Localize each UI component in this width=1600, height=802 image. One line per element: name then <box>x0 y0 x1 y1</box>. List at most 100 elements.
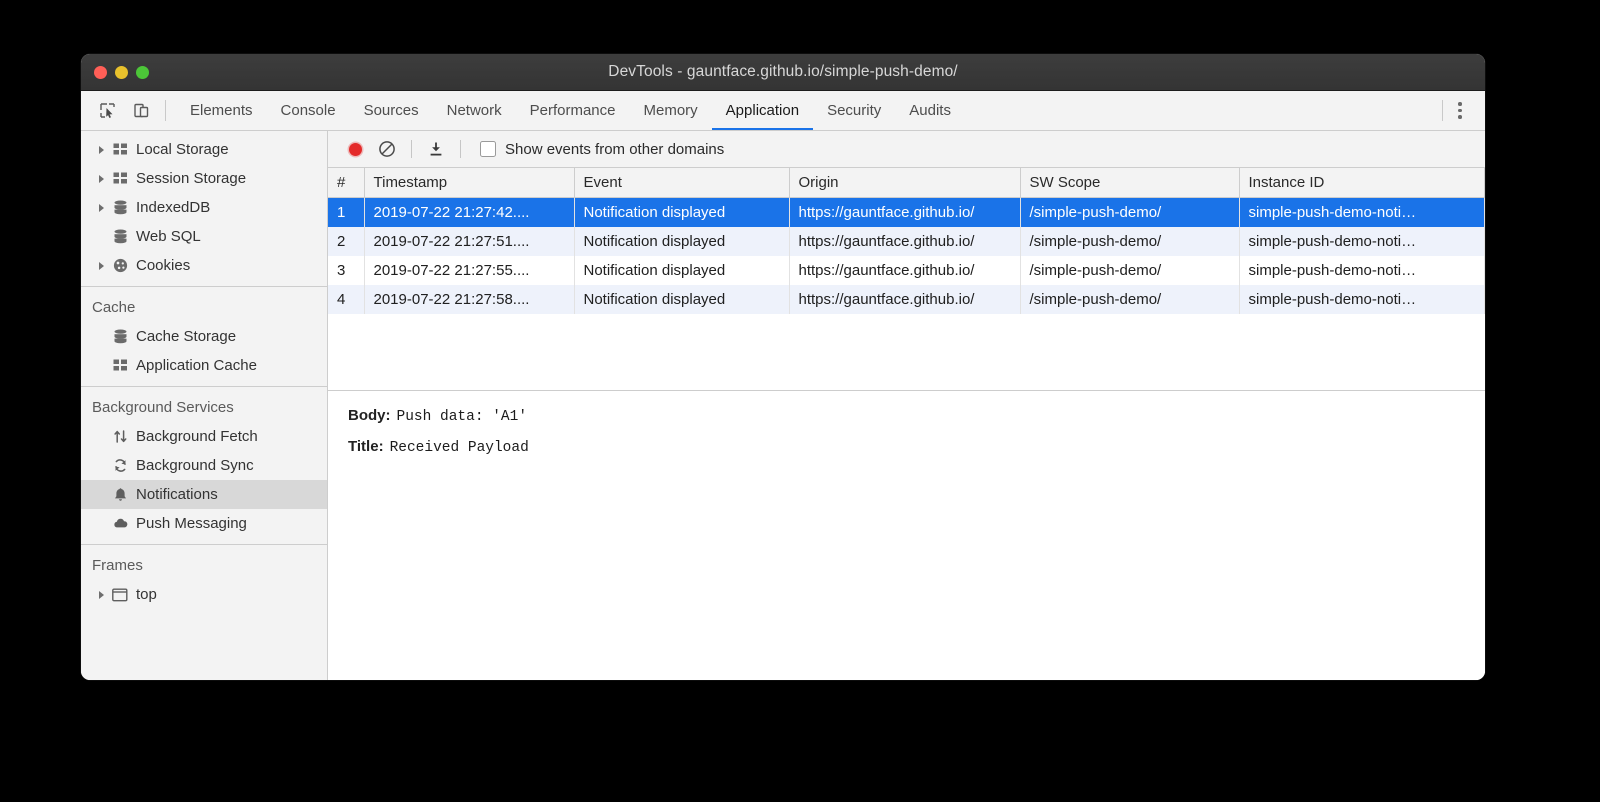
chevron-right-icon[interactable] <box>93 146 109 154</box>
cell-event: Notification displayed <box>574 198 789 228</box>
tabbar-right-divider <box>1442 100 1443 121</box>
sidebar-section-cache: Cache <box>81 287 327 322</box>
arrows-updown-icon <box>109 429 131 444</box>
chevron-right-icon[interactable] <box>93 262 109 270</box>
tab-security[interactable]: Security <box>813 91 895 130</box>
cell-event: Notification displayed <box>574 256 789 285</box>
events-table-container[interactable]: # Timestamp Event Origin SW Scope Instan… <box>328 168 1485 391</box>
maximize-window-button[interactable] <box>136 66 149 79</box>
tab-network[interactable]: Network <box>433 91 516 130</box>
cell-timestamp: 2019-07-22 21:27:58.... <box>364 285 574 314</box>
tab-elements[interactable]: Elements <box>176 91 267 130</box>
sidebar-item-label: Application Cache <box>136 358 257 373</box>
cell-sw-scope: /simple-push-demo/ <box>1020 198 1239 228</box>
tab-application[interactable]: Application <box>712 91 813 130</box>
sidebar-item-background-sync[interactable]: Background Sync <box>81 451 327 480</box>
table-row[interactable]: 4 2019-07-22 21:27:58.... Notification d… <box>328 285 1485 314</box>
column-header-sw-scope[interactable]: SW Scope <box>1020 168 1239 198</box>
device-toolbar-icon[interactable] <box>127 97 155 125</box>
sidebar-item-session-storage[interactable]: Session Storage <box>81 164 327 193</box>
tab-audits[interactable]: Audits <box>895 91 965 130</box>
column-header-origin[interactable]: Origin <box>789 168 1020 198</box>
minimize-window-button[interactable] <box>115 66 128 79</box>
cell-number: 3 <box>328 256 364 285</box>
window-title: DevTools - gauntface.github.io/simple-pu… <box>81 63 1485 81</box>
tab-sources[interactable]: Sources <box>350 91 433 130</box>
bell-icon <box>109 487 131 502</box>
column-header-event[interactable]: Event <box>574 168 789 198</box>
toolbar-divider <box>411 140 412 158</box>
sidebar-item-label: IndexedDB <box>136 200 210 215</box>
table-row[interactable]: 2 2019-07-22 21:27:51.... Notification d… <box>328 227 1485 256</box>
record-button[interactable] <box>340 134 370 164</box>
tabbar-left-tools <box>81 91 176 130</box>
checkbox-label: Show events from other domains <box>505 141 724 158</box>
sidebar-item-label: Background Fetch <box>136 429 258 444</box>
sidebar-item-local-storage[interactable]: Local Storage <box>81 135 327 164</box>
table-icon <box>109 359 131 372</box>
cell-origin: https://gauntface.github.io/ <box>789 285 1020 314</box>
tab-performance[interactable]: Performance <box>516 91 630 130</box>
cell-timestamp: 2019-07-22 21:27:51.... <box>364 227 574 256</box>
chevron-right-icon[interactable] <box>93 204 109 212</box>
detail-body-label: Body: <box>348 407 391 424</box>
sidebar-item-label: Web SQL <box>136 229 201 244</box>
sidebar-item-application-cache[interactable]: Application Cache <box>81 351 327 380</box>
cell-instance-id: simple-push-demo-noti… <box>1239 227 1485 256</box>
sidebar-item-top-frame[interactable]: top <box>81 580 327 609</box>
sync-icon <box>109 458 131 473</box>
cell-instance-id: simple-push-demo-noti… <box>1239 256 1485 285</box>
sidebar-item-label: Session Storage <box>136 171 246 186</box>
table-row[interactable]: 1 2019-07-22 21:27:42.... Notification d… <box>328 198 1485 228</box>
cell-origin: https://gauntface.github.io/ <box>789 227 1020 256</box>
cell-timestamp: 2019-07-22 21:27:55.... <box>364 256 574 285</box>
detail-title-label: Title: <box>348 438 384 455</box>
table-icon <box>109 172 131 185</box>
sidebar-item-cookies[interactable]: Cookies <box>81 251 327 280</box>
sidebar-item-notifications[interactable]: Notifications <box>81 480 327 509</box>
panel-toolbar: Show events from other domains <box>328 131 1485 168</box>
column-header-instance-id[interactable]: Instance ID <box>1239 168 1485 198</box>
sidebar-item-background-fetch[interactable]: Background Fetch <box>81 422 327 451</box>
sidebar-item-label: Background Sync <box>136 458 254 473</box>
sidebar-section-background-services: Background Services <box>81 387 327 422</box>
frame-icon <box>109 588 131 602</box>
application-sidebar: Local Storage Session Storage <box>81 131 328 680</box>
cell-number: 4 <box>328 285 364 314</box>
tab-memory[interactable]: Memory <box>630 91 712 130</box>
sidebar-item-web-sql[interactable]: Web SQL <box>81 222 327 251</box>
download-button[interactable] <box>421 134 451 164</box>
cell-timestamp: 2019-07-22 21:27:42.... <box>364 198 574 228</box>
show-other-domains-checkbox[interactable]: Show events from other domains <box>480 141 724 158</box>
table-icon <box>109 143 131 156</box>
sidebar-item-cache-storage[interactable]: Cache Storage <box>81 322 327 351</box>
tab-console[interactable]: Console <box>267 91 350 130</box>
detail-body-row: Body: Push data: 'A1' <box>348 407 1485 425</box>
chevron-right-icon[interactable] <box>93 175 109 183</box>
inspect-element-icon[interactable] <box>93 97 121 125</box>
sidebar-item-label: Push Messaging <box>136 516 247 531</box>
checkbox-box[interactable] <box>480 141 496 157</box>
database-icon <box>109 200 131 215</box>
column-header-timestamp[interactable]: Timestamp <box>364 168 574 198</box>
chevron-right-icon[interactable] <box>93 591 109 599</box>
notifications-panel: Show events from other domains # Timesta… <box>328 131 1485 680</box>
close-window-button[interactable] <box>94 66 107 79</box>
database-icon <box>109 329 131 344</box>
detail-title-value: Received Payload <box>390 440 529 456</box>
column-header-number[interactable]: # <box>328 168 364 198</box>
sidebar-item-push-messaging[interactable]: Push Messaging <box>81 509 327 538</box>
events-table: # Timestamp Event Origin SW Scope Instan… <box>328 168 1485 314</box>
sidebar-item-indexeddb[interactable]: IndexedDB <box>81 193 327 222</box>
cookie-icon <box>109 258 131 273</box>
clear-button[interactable] <box>372 134 402 164</box>
devtools-window: DevTools - gauntface.github.io/simple-pu… <box>81 54 1485 680</box>
cell-sw-scope: /simple-push-demo/ <box>1020 256 1239 285</box>
table-header-row: # Timestamp Event Origin SW Scope Instan… <box>328 168 1485 198</box>
cell-number: 1 <box>328 198 364 228</box>
more-vertical-icon[interactable] <box>1447 97 1473 125</box>
sidebar-section-frames: Frames <box>81 545 327 580</box>
database-icon <box>109 229 131 244</box>
devtools-tabbar: Elements Console Sources Network Perform… <box>81 91 1485 131</box>
table-row[interactable]: 3 2019-07-22 21:27:55.... Notification d… <box>328 256 1485 285</box>
